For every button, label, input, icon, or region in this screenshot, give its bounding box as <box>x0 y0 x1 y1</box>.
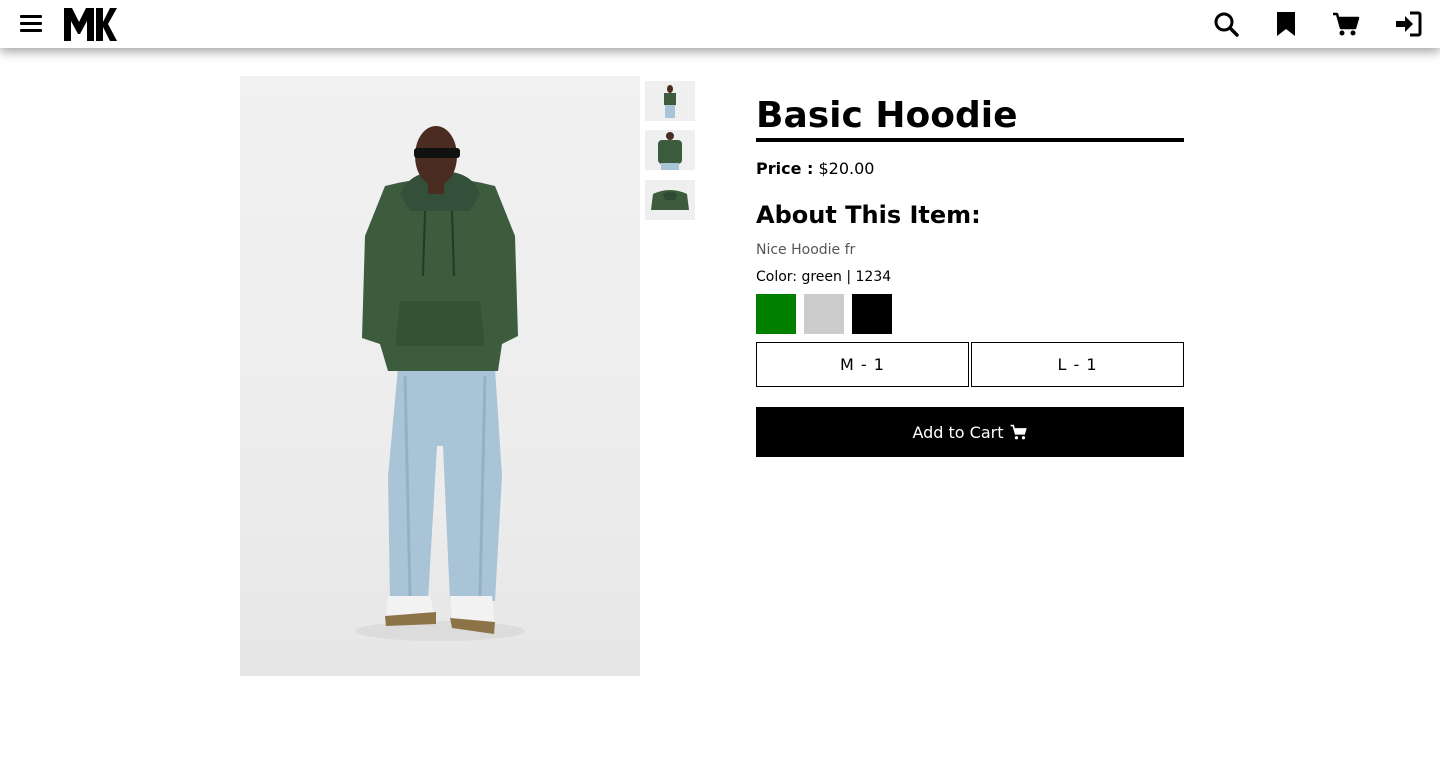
sign-in-icon[interactable] <box>1394 10 1422 38</box>
search-icon[interactable] <box>1212 10 1240 38</box>
swatch-light-gray[interactable] <box>804 294 844 334</box>
about-heading: About This Item: <box>756 201 981 229</box>
hamburger-icon[interactable] <box>20 14 42 34</box>
price-label: Price : <box>756 159 814 178</box>
thumbnail-1[interactable] <box>645 81 695 121</box>
price-line: Price : $20.00 <box>756 159 874 179</box>
size-button-m[interactable]: M - 1 <box>756 342 969 387</box>
thumbnail-3[interactable] <box>645 180 695 220</box>
top-navbar <box>0 0 1440 48</box>
mk-logo[interactable] <box>62 5 118 43</box>
cart-icon[interactable] <box>1332 10 1360 38</box>
size-button-l[interactable]: L - 1 <box>971 342 1184 387</box>
product-main-image <box>240 76 640 676</box>
product-title: Basic Hoodie <box>756 94 1184 142</box>
cart-icon <box>1010 423 1028 441</box>
swatch-black[interactable] <box>852 294 892 334</box>
add-to-cart-label: Add to Cart <box>912 422 1004 442</box>
thumbnail-2[interactable] <box>645 130 695 170</box>
color-label: Color: green | 1234 <box>756 269 892 285</box>
bookmark-icon[interactable] <box>1272 10 1300 38</box>
product-description: Nice Hoodie fr <box>756 242 856 258</box>
add-to-cart-button[interactable]: Add to Cart <box>756 407 1184 457</box>
price-value: $20.00 <box>818 159 875 178</box>
swatch-green[interactable] <box>756 294 796 334</box>
